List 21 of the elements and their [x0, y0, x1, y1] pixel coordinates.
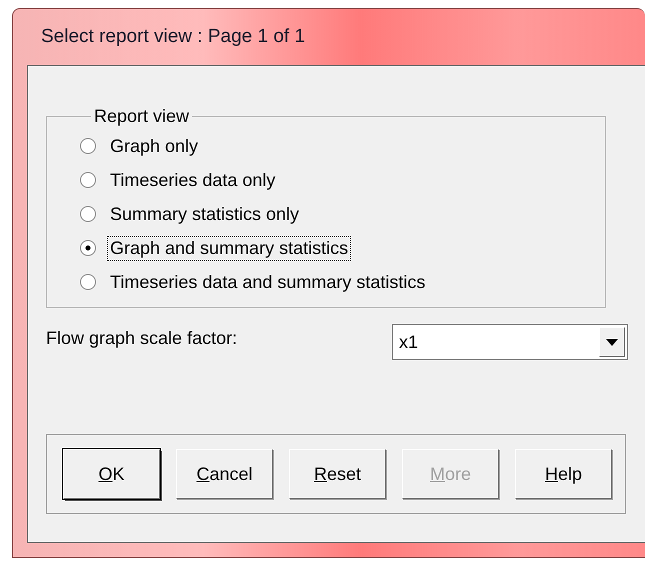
field-label: Flow graph scale factor:: [46, 328, 238, 348]
dialog-button[interactable]: Help: [515, 449, 612, 499]
radio-button[interactable]: [79, 239, 97, 257]
group-label: Report view: [93, 106, 190, 127]
option-label[interactable]: Summary statistics only: [107, 202, 302, 226]
caret-icon: [606, 338, 618, 346]
radio-button[interactable]: [79, 171, 97, 189]
option-label[interactable]: Graph and summary statistics: [107, 236, 352, 260]
option-label[interactable]: Graph only: [107, 134, 202, 158]
radio-button[interactable]: [79, 137, 97, 155]
option-label[interactable]: Timeseries data only: [107, 168, 278, 192]
radio-button[interactable]: [79, 205, 97, 223]
dialog-button[interactable]: OK: [63, 449, 160, 499]
window-title: Select report view : Page 1 of 1: [40, 25, 306, 49]
dialog-button[interactable]: Reset: [289, 449, 386, 499]
dropdown-button[interactable]: [599, 327, 625, 357]
radio-button[interactable]: [79, 273, 97, 291]
option-label[interactable]: Timeseries data and summary statistics: [107, 270, 428, 294]
dropdown-value: x1: [398, 332, 420, 352]
scale-factor-dropdown[interactable]: x1: [392, 324, 628, 360]
dialog-button[interactable]: Cancel: [176, 449, 273, 499]
